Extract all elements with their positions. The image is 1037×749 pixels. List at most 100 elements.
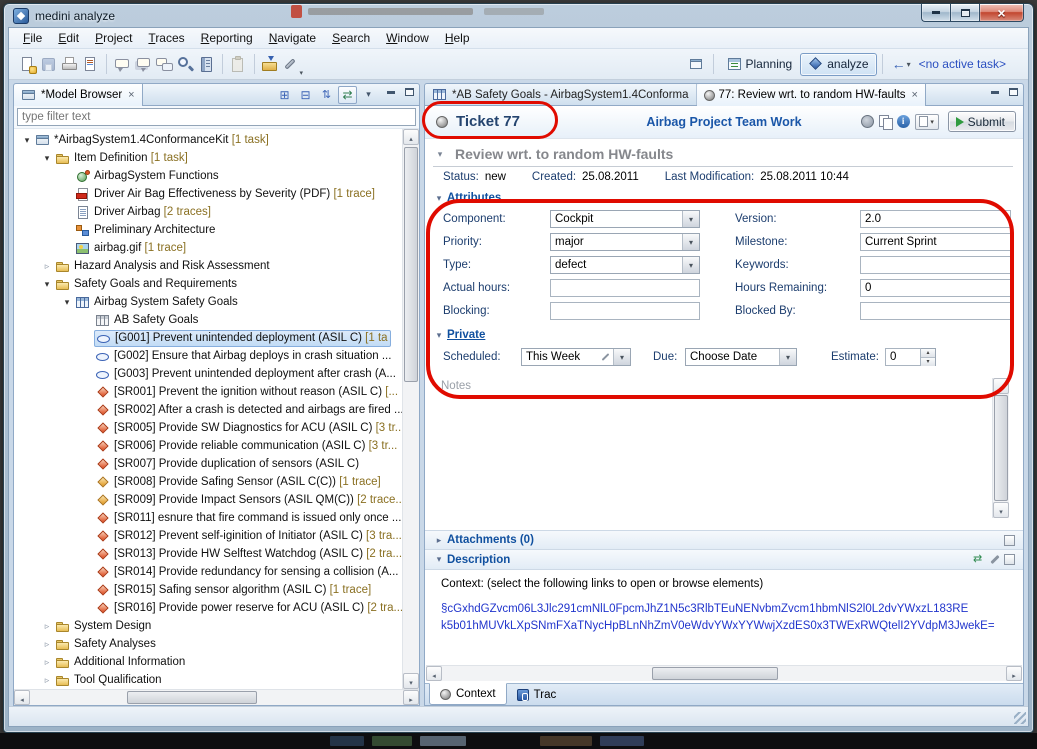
import-icon[interactable] xyxy=(261,55,280,74)
chevron-down-icon[interactable] xyxy=(433,149,447,160)
tree-item[interactable]: ▹System Design xyxy=(14,617,402,635)
tree-item[interactable]: airbag.gif [1 trace] xyxy=(14,239,402,257)
editor-horizontal-scrollbar[interactable] xyxy=(426,665,1022,681)
menu-traces[interactable]: Traces xyxy=(140,29,192,47)
linked-comment-icon[interactable] xyxy=(134,55,153,74)
chevron-down-icon[interactable] xyxy=(907,60,911,69)
version-input[interactable] xyxy=(860,210,1011,228)
component-combo[interactable]: Cockpit xyxy=(550,210,700,228)
tree-item[interactable]: [SR008] Provide Safing Sensor (ASIL C(C)… xyxy=(14,473,402,491)
tree-item[interactable]: [SR015] Safing sensor algorithm (ASIL C)… xyxy=(14,581,402,599)
notes-area[interactable]: Notes xyxy=(439,378,1009,518)
dropdown-arrow-icon[interactable] xyxy=(779,349,796,365)
collapse-twistie-icon[interactable] xyxy=(433,193,445,204)
minimize-button[interactable] xyxy=(921,4,950,22)
tab-trac[interactable]: Trac xyxy=(507,684,567,705)
estimate-stepper[interactable] xyxy=(885,348,936,366)
open-perspective-icon[interactable] xyxy=(689,57,704,72)
tree-item[interactable]: Preliminary Architecture xyxy=(14,221,402,239)
copy-icon[interactable] xyxy=(879,115,892,128)
blocking-input[interactable] xyxy=(550,302,700,320)
paste-icon[interactable] xyxy=(229,55,248,74)
hours-remaining-input[interactable] xyxy=(860,279,1011,297)
tree-item[interactable]: ▹Safety Analyses xyxy=(14,635,402,653)
perspective-analyze-button[interactable]: analyze xyxy=(800,53,876,76)
maximize-editor-button[interactable] xyxy=(1005,84,1022,100)
tree-item[interactable]: ▾Airbag System Safety Goals xyxy=(14,293,402,311)
titlebar[interactable]: medini analyze xyxy=(4,4,1033,27)
collapse-twistie-icon[interactable] xyxy=(433,554,445,565)
add-element-icon[interactable] xyxy=(275,86,294,104)
perspective-planning-button[interactable]: Planning xyxy=(719,53,801,76)
expand-twistie-icon[interactable]: ▹ xyxy=(40,635,54,653)
description-content[interactable]: Context: (select the following links to … xyxy=(425,570,1023,662)
expand-twistie-icon[interactable]: ▹ xyxy=(40,257,54,275)
search-annotations-icon[interactable] xyxy=(176,55,195,74)
scroll-down-icon[interactable] xyxy=(993,502,1009,518)
collapse-twistie-icon[interactable]: ▾ xyxy=(40,149,54,167)
scroll-left-icon[interactable] xyxy=(426,666,442,681)
collapse-twistie-icon[interactable]: ▾ xyxy=(20,131,34,149)
close-view-icon[interactable] xyxy=(128,90,134,101)
tree-item[interactable]: ▾Safety Goals and Requirements xyxy=(14,275,402,293)
dropdown-arrow-icon[interactable] xyxy=(682,211,699,227)
collapse-twistie-icon[interactable] xyxy=(433,330,445,341)
milestone-input[interactable] xyxy=(860,233,1011,251)
spin-down-icon[interactable] xyxy=(921,358,935,366)
scrollbar-thumb[interactable] xyxy=(127,691,257,704)
scroll-down-icon[interactable] xyxy=(403,673,419,689)
estimate-input[interactable] xyxy=(885,348,921,366)
description-link[interactable]: §cGxhdGZvcm06L3Jlc291cmNlL0FpcmJhZ1N5c3R… xyxy=(441,601,1007,618)
description-section-header[interactable]: Description xyxy=(425,550,1023,570)
new-model-icon[interactable] xyxy=(18,55,37,74)
menu-window[interactable]: Window xyxy=(378,29,437,47)
tree-item[interactable]: ▾*AirbagSystem1.4ConformanceKit [1 task] xyxy=(14,131,402,149)
maximize-view-button[interactable] xyxy=(401,84,418,100)
tree-item[interactable]: [SR013] Provide HW Selftest Watchdog (AS… xyxy=(14,545,402,563)
tree-item[interactable]: Driver Air Bag Effectiveness by Severity… xyxy=(14,185,402,203)
tree-item[interactable]: [SR016] Provide power reserve for ACU (A… xyxy=(14,599,402,617)
gear-icon[interactable] xyxy=(861,115,874,128)
tree-item[interactable]: [SR014] Provide redundancy for sensing a… xyxy=(14,563,402,581)
filter-input[interactable] xyxy=(17,108,416,126)
back-arrow-icon[interactable] xyxy=(892,56,906,72)
menu-file[interactable]: File xyxy=(15,29,50,47)
link-with-editor-icon[interactable] xyxy=(338,86,357,104)
expand-twistie-icon[interactable] xyxy=(433,535,445,546)
description-menu-icon[interactable] xyxy=(1004,554,1015,565)
menu-edit[interactable]: Edit xyxy=(50,29,87,47)
edit-icon[interactable] xyxy=(990,555,999,564)
tree-item[interactable]: [G003] Prevent unintended deployment aft… xyxy=(14,365,402,383)
tree-item[interactable]: AirbagSystem Functions xyxy=(14,167,402,185)
active-task-label[interactable]: <no active task> xyxy=(919,57,1012,71)
desktop-taskbar[interactable] xyxy=(0,733,1037,749)
tab-model-browser[interactable]: *Model Browser xyxy=(14,84,143,106)
attributes-section-header[interactable]: Attributes xyxy=(425,183,1023,206)
tree-item[interactable]: [G001] Prevent unintended deployment (AS… xyxy=(14,329,402,347)
collapse-twistie-icon[interactable]: ▾ xyxy=(40,275,54,293)
comment-group-icon[interactable] xyxy=(155,55,174,74)
menu-search[interactable]: Search xyxy=(324,29,378,47)
close-button[interactable] xyxy=(979,4,1024,22)
scroll-up-icon[interactable] xyxy=(403,129,419,145)
notes-vertical-scrollbar[interactable] xyxy=(992,378,1009,518)
tree-item[interactable]: ▹Hazard Analysis and Risk Assessment xyxy=(14,257,402,275)
tree-item[interactable]: [G002] Ensure that Airbag deploys in cra… xyxy=(14,347,402,365)
tree-item[interactable]: Driver Airbag [2 traces] xyxy=(14,203,402,221)
scroll-left-icon[interactable] xyxy=(14,690,30,705)
view-menu-icon[interactable] xyxy=(915,114,939,130)
scroll-right-icon[interactable] xyxy=(403,690,419,705)
pencil-icon[interactable] xyxy=(602,353,610,361)
scroll-right-icon[interactable] xyxy=(1006,666,1022,681)
scrollbar-thumb[interactable] xyxy=(994,395,1008,501)
scrollbar-thumb[interactable] xyxy=(404,147,418,382)
tree-item[interactable]: [SR001] Prevent the ignition without rea… xyxy=(14,383,402,401)
tree-vertical-scrollbar[interactable] xyxy=(402,129,419,689)
tree-item[interactable]: [SR011] esnure that fire command is issu… xyxy=(14,509,402,527)
minimize-view-button[interactable] xyxy=(382,84,399,100)
keywords-input[interactable] xyxy=(860,256,1011,274)
dropdown-arrow-icon[interactable] xyxy=(682,257,699,273)
maximize-button[interactable] xyxy=(950,4,979,22)
attachments-section-header[interactable]: Attachments (0) xyxy=(425,530,1023,550)
editor-tab-safety-goals[interactable]: *AB Safety Goals - AirbagSystem1.4Confor… xyxy=(425,84,697,105)
